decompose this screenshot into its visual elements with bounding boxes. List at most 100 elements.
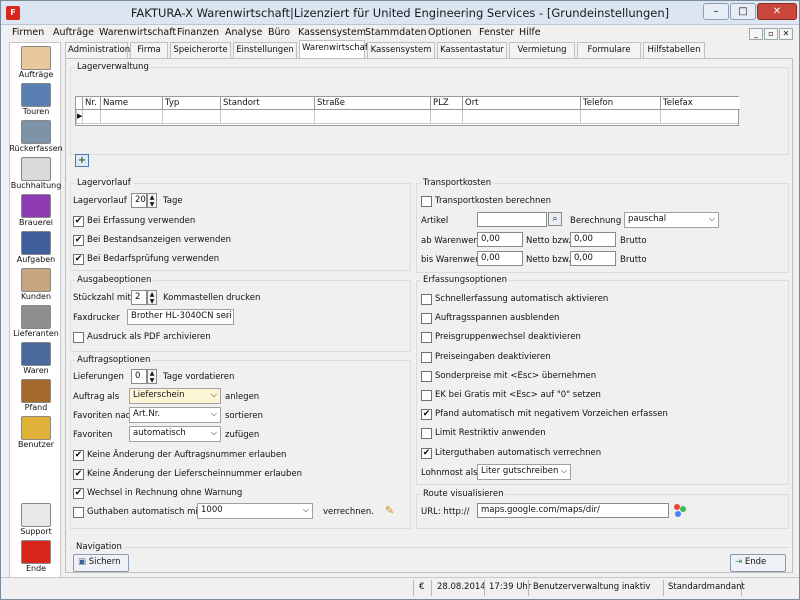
tab-vermietung[interactable]: Vermietung	[509, 42, 575, 58]
table-cell[interactable]	[660, 110, 738, 124]
sidebar-item-11[interactable]: Support	[12, 502, 60, 542]
menu-auftraege[interactable]: Aufträge	[53, 27, 94, 38]
column-header-telefon[interactable]: Telefon	[580, 97, 660, 110]
menu-stammdaten[interactable]: Stammdaten	[365, 27, 427, 38]
erfassung-checkbox[interactable]	[421, 390, 432, 401]
wechsel-rechnung-checkbox[interactable]: ✔	[73, 488, 84, 499]
pencil-icon[interactable]: ✎	[385, 504, 394, 517]
berechnung-select[interactable]: pauschal ⌵	[624, 212, 719, 228]
mdi-close-button[interactable]: ✕	[779, 28, 793, 40]
sidebar-item-7[interactable]: Lieferanten	[12, 304, 60, 344]
ab-warenwert-input[interactable]: 0,00	[477, 232, 523, 247]
sidebar-item-4[interactable]: Brauerei	[12, 193, 60, 233]
sidebar-item-2[interactable]: Rückerfassen	[9, 119, 63, 159]
tab-hilfstabellen[interactable]: Hilfstabellen	[643, 42, 705, 58]
sidebar-item-10[interactable]: Benutzer	[12, 415, 60, 455]
mdi-restore-button[interactable]: ▫	[764, 28, 778, 40]
faxdrucker-select[interactable]: Brother HL-3040CN seri ⌵	[127, 309, 234, 325]
menu-fenster[interactable]: Fenster	[479, 27, 514, 38]
minimize-button[interactable]: –	[703, 3, 729, 20]
lieferscheinnummer-checkbox[interactable]: ✔	[73, 469, 84, 480]
stueckzahl-input[interactable]: 2	[131, 290, 147, 305]
table-row[interactable]: ▶	[76, 110, 740, 124]
pdf-archivieren-checkbox[interactable]	[73, 332, 84, 343]
table-cell[interactable]	[430, 110, 462, 124]
google-maps-icon[interactable]	[672, 503, 688, 519]
sidebar-item-3[interactable]: Buchhaltung	[11, 156, 61, 196]
erfassung-verwenden-checkbox[interactable]: ✔	[73, 216, 84, 227]
bestandsanzeigen-checkbox[interactable]: ✔	[73, 235, 84, 246]
netto2-input[interactable]: 0,00	[570, 251, 616, 266]
erfassung-checkbox[interactable]: ✔	[421, 447, 432, 459]
sidebar-item-9[interactable]: Pfand	[12, 378, 60, 418]
favoriten-nach-select[interactable]: Art.Nr. ⌵	[129, 407, 221, 423]
tab-firma[interactable]: Firma	[130, 42, 168, 58]
table-cell[interactable]	[462, 110, 580, 124]
favoriten-select[interactable]: automatisch ⌵	[129, 426, 221, 442]
lieferungen-input[interactable]: 0	[131, 369, 147, 384]
lohnmost-select[interactable]: Liter gutschreiben ⌵	[477, 464, 571, 480]
search-icon[interactable]: ⌕	[548, 212, 562, 226]
tab-administration[interactable]: Administration	[65, 42, 130, 58]
erfassung-checkbox[interactable]	[421, 332, 432, 344]
menu-hilfe[interactable]: Hilfe	[519, 27, 541, 38]
mdi-minimize-button[interactable]: _	[749, 28, 763, 40]
tab-kassentastatur[interactable]: Kassentastatur	[437, 42, 507, 58]
end-button[interactable]: ⇥ Ende	[730, 554, 786, 572]
auftrag-als-select[interactable]: Lieferschein ⌵	[129, 388, 221, 404]
erfassung-checkbox[interactable]: ✔	[421, 409, 432, 421]
menu-analyse[interactable]: Analyse	[225, 27, 262, 38]
save-button[interactable]: ▣ Sichern	[73, 554, 129, 572]
netto1-input[interactable]: 0,00	[570, 232, 616, 247]
erfassung-checkbox[interactable]	[421, 351, 432, 363]
sidebar-item-1[interactable]: Touren	[12, 82, 60, 122]
table-cell[interactable]	[220, 110, 314, 124]
table-cell[interactable]	[100, 110, 162, 124]
menu-optionen[interactable]: Optionen	[428, 27, 472, 38]
lager-table[interactable]: Nr. Name Typ Standort Straße PLZ Ort Tel…	[75, 96, 740, 126]
lagervorlauf-input[interactable]: 20	[131, 193, 147, 208]
menu-warenwirtschaft[interactable]: Warenwirtschaft	[99, 27, 176, 38]
erfassung-checkbox[interactable]	[421, 294, 432, 305]
sidebar-item-8[interactable]: Waren	[12, 341, 60, 381]
tab-formulare[interactable]: Formulare	[577, 42, 641, 58]
sidebar-item-0[interactable]: Aufträge	[12, 45, 60, 85]
sidebar-item-5[interactable]: Aufgaben	[12, 230, 60, 270]
artikel-input[interactable]	[477, 212, 547, 227]
close-button[interactable]: ✕	[757, 3, 797, 20]
auftragsnummer-checkbox[interactable]: ✔	[73, 450, 84, 461]
column-header-name[interactable]: Name	[100, 97, 162, 110]
sidebar-item-6[interactable]: Kunden	[12, 267, 60, 307]
guthaben-checkbox[interactable]	[73, 507, 84, 518]
add-lager-icon[interactable]: +	[75, 154, 89, 167]
url-input[interactable]: maps.google.com/maps/dir/	[477, 503, 669, 518]
maximize-button[interactable]: □	[730, 3, 756, 20]
tab-einstellungen[interactable]: Einstellungen	[233, 42, 297, 58]
erfassung-checkbox[interactable]	[421, 313, 432, 325]
erfassung-checkbox[interactable]	[421, 428, 432, 440]
column-header-standort[interactable]: Standort	[220, 97, 314, 110]
tab-warenwirtschaft[interactable]: Warenwirtschaft	[299, 40, 371, 59]
table-cell[interactable]	[82, 110, 100, 124]
erfassung-checkbox[interactable]	[421, 370, 432, 382]
column-header-strasse[interactable]: Straße	[314, 97, 430, 110]
tab-kassensystem[interactable]: Kassensystem	[367, 42, 435, 58]
column-header-typ[interactable]: Typ	[162, 97, 220, 110]
table-cell[interactable]	[580, 110, 660, 124]
lieferungen-stepper[interactable]: ▲ ▼	[147, 369, 157, 384]
bis-warenwert-input[interactable]: 0,00	[477, 251, 523, 266]
tab-speicherorte[interactable]: Speicherorte	[170, 42, 231, 58]
menu-finanzen[interactable]: Finanzen	[177, 27, 219, 38]
column-header-plz[interactable]: PLZ	[430, 97, 462, 110]
lagervorlauf-stepper[interactable]: ▲ ▼	[147, 193, 157, 208]
table-cell[interactable]	[314, 110, 430, 124]
table-cell[interactable]	[162, 110, 220, 124]
guthaben-select[interactable]: 1000 ⌵	[197, 503, 313, 519]
column-header-ort[interactable]: Ort	[462, 97, 580, 110]
sidebar-item-12[interactable]: Ende	[12, 539, 60, 579]
menu-firmen[interactable]: Firmen	[12, 27, 44, 38]
bedarfspruefung-checkbox[interactable]: ✔	[73, 254, 84, 265]
column-header-telefax[interactable]: Telefax	[660, 97, 738, 110]
stueckzahl-stepper[interactable]: ▲ ▼	[147, 290, 157, 305]
menu-kassensystem[interactable]: Kassensystem	[298, 27, 366, 38]
